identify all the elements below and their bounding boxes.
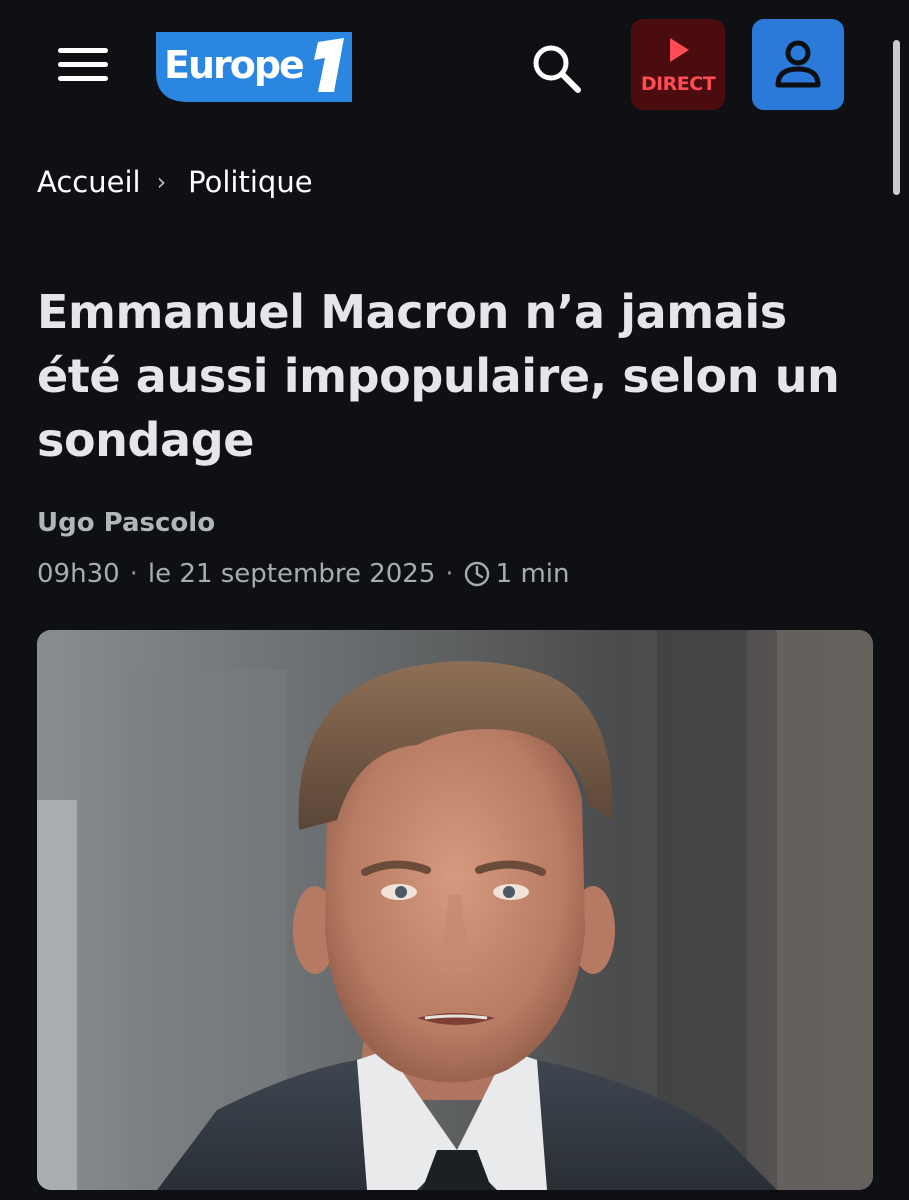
site-header: Europe DIRECT [0,0,909,140]
play-icon [670,38,689,62]
article-meta: 09h30 · le 21 septembre 2025 · 1 min [37,556,569,592]
direct-label: DIRECT [640,73,716,95]
chevron-right-icon: › [156,168,167,196]
user-icon [775,40,821,88]
breadcrumb: Accueil › Politique [37,162,313,202]
meta-separator: · [129,559,138,589]
direct-live-button[interactable]: DIRECT [631,19,725,110]
article-title: Emmanuel Macron n’a jamais été aussi imp… [37,285,840,467]
breadcrumb-item-politique[interactable]: Politique [188,165,312,199]
breadcrumb-item-accueil[interactable]: Accueil [37,165,141,199]
search-icon[interactable] [528,40,584,96]
reading-time: 1 min [495,559,570,589]
publish-date: le 21 septembre 2025 [147,559,436,589]
hamburger-menu-icon[interactable] [56,44,110,84]
article-photo [37,630,873,1190]
clock-icon [464,561,489,587]
europe1-logo[interactable]: Europe [148,28,352,102]
publish-time: 09h30 [37,559,120,589]
meta-separator: · [445,559,454,589]
article-author[interactable]: Ugo Pascolo [37,508,215,538]
account-button[interactable] [752,19,844,110]
scrollbar[interactable] [893,40,900,195]
svg-text:Europe: Europe [164,43,303,87]
article-page: Europe DIRECT Accueil › Politique Emmanu… [0,0,909,1200]
